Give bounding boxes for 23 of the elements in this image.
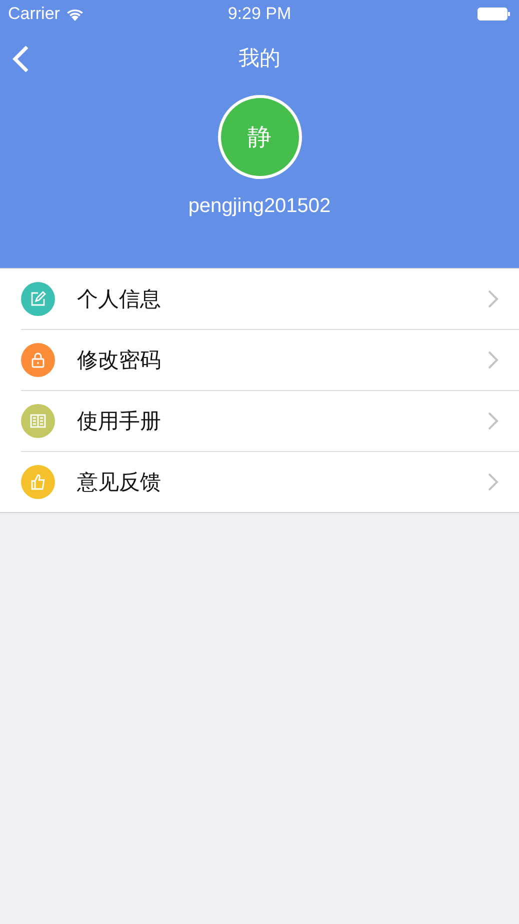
carrier-label: Carrier: [8, 4, 60, 24]
menu-label: 修改密码: [77, 347, 162, 374]
menu-label: 意见反馈: [77, 469, 162, 496]
chevron-right-icon: [487, 411, 499, 431]
lock-icon: [29, 351, 47, 369]
menu-label: 使用手册: [77, 408, 162, 435]
chevron-right-icon: [487, 350, 499, 370]
menu-item[interactable]: 使用手册: [21, 391, 519, 452]
menu-item[interactable]: 意见反馈: [21, 452, 519, 512]
avatar: 静: [218, 95, 302, 179]
menu-item[interactable]: 修改密码: [21, 330, 519, 391]
chevron-right-icon: [487, 472, 499, 492]
menu-label: 个人信息: [77, 286, 162, 313]
chevron-right-icon: [487, 289, 499, 309]
thumbs-up-icon: [29, 473, 47, 491]
wifi-icon: [66, 8, 84, 20]
battery-icon: [477, 6, 511, 22]
username: pengjing201502: [188, 195, 331, 218]
edit-icon: [29, 290, 47, 308]
book-icon: [29, 412, 47, 430]
status-time: 9:29 PM: [228, 4, 292, 24]
page-title: 我的: [238, 45, 280, 72]
menu-item[interactable]: 个人信息: [21, 269, 519, 330]
